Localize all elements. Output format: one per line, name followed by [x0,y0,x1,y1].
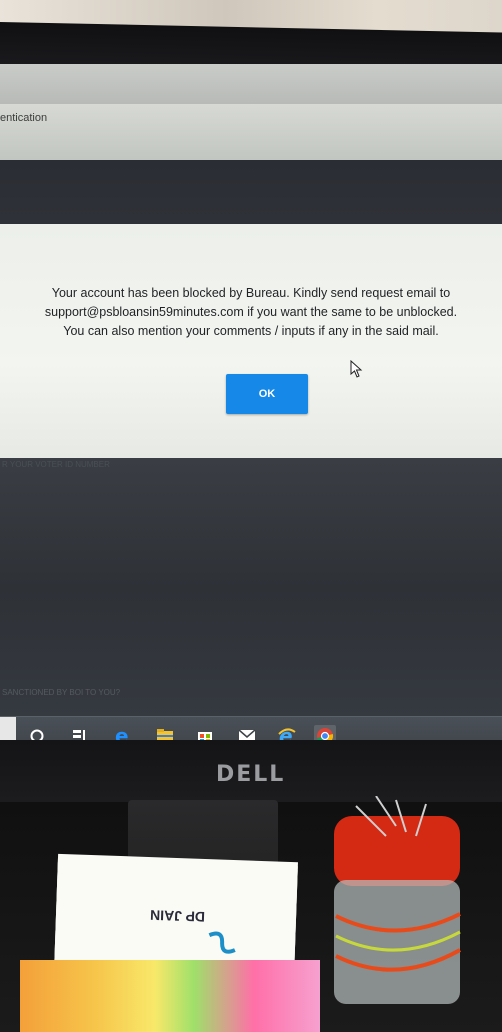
paperclip-jar [334,796,461,1004]
sticky-notes [20,960,320,1032]
authentication-label: entication [0,112,48,124]
dialog-message: Your account has been blocked by Bureau.… [0,284,502,341]
monitor-bottom-bezel: DELL [0,740,502,802]
monitor-screen: entication Your account has been blocked… [0,64,502,744]
dialog-message-line: Your account has been blocked by Bureau.… [51,286,451,300]
alert-dialog: Your account has been blocked by Bureau.… [0,224,502,458]
dell-logo: DELL [216,762,286,787]
dialog-message-line: support@psbloansin59minutes.com if you w… [44,305,458,319]
authentication-strip [0,104,502,162]
dialog-message-line: You can also mention your comments / inp… [63,324,439,338]
background-form-area [0,458,502,718]
mouse-cursor-icon [350,360,363,378]
background-field-label: SANCTIONED BY BOI TO YOU? [2,688,121,697]
page-header [0,64,502,108]
ok-button[interactable]: OK [226,374,308,414]
card-brand-text: DP JAIN [149,907,206,926]
background-field-label: R YOUR VOTER ID NUMBER [2,460,110,469]
card-logo-icon [208,931,236,954]
